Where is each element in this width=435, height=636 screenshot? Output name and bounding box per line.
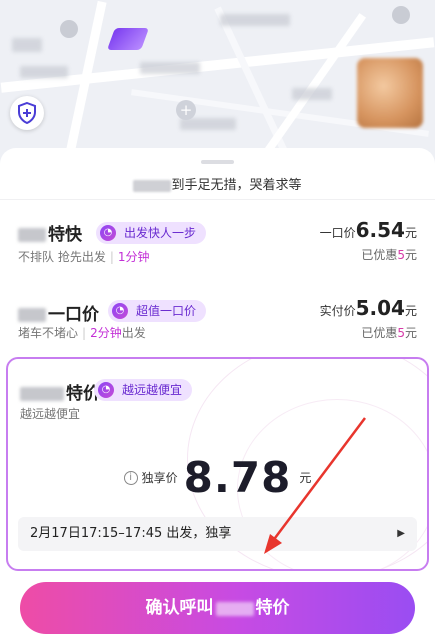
option-tag-text: 出发快人一步 [124,226,197,240]
price-label: 实付价 [319,304,356,318]
discount-label: 已优惠 [361,326,398,340]
option-price: 实付价5.04元 [320,296,417,320]
price-unit: 元 [299,471,312,485]
sheet-tip-text: 到手足无措，哭着求等 [171,178,302,193]
map-label [292,88,332,100]
option-sub-text: 堵车不堵心 [18,326,79,340]
discount-unit: 元 [404,326,417,340]
departure-time-selector[interactable]: 2月17日17:15–17:45 出发，独享 ▶ [18,517,417,551]
sheet-drag-handle[interactable] [201,160,234,164]
option-eta: 2分钟 [90,326,122,340]
tag-logo-icon: ◔ [100,225,116,241]
driver-avatar[interactable] [357,58,423,128]
ride-option-fixed-price[interactable]: 一口价 ◔ 超值一口价 堵车不堵心 | 2分钟出发 实付价5.04元 已优惠5元 [0,280,435,356]
map-label [20,66,68,78]
confirm-label-suffix: 特价 [255,598,290,617]
price-value: 5.04 [355,296,405,320]
option-subtitle: 堵车不堵心 | 2分钟出发 [18,326,146,340]
option-title: 特快 [18,220,82,245]
redacted-text [18,308,46,322]
ride-option-express[interactable]: 特快 ◔ 出发快人一步 不排队 抢先出发 | 1分钟 一口价6.54元 已优惠5元 [0,200,435,280]
option-discount: 已优惠5元 [361,246,417,263]
option-subtitle: 越远越便宜 [20,407,81,421]
map-road [214,6,293,164]
map-label [220,14,290,26]
play-arrow-icon: ▶ [397,528,405,539]
discount-value: 5 [397,248,405,262]
price-unit: 元 [404,304,417,318]
ride-options-sheet: 到手足无措，哭着求等 特快 ◔ 出发快人一步 不排队 抢先出发 | 1分钟 一口价6.… [0,148,435,636]
safety-button[interactable] [10,96,44,130]
redacted-text [20,387,64,401]
sheet-tip: 到手足无措，哭着求等 [0,174,435,193]
option-title: 特价 [20,379,100,404]
option-tag: ◔ 出发快人一步 [96,222,207,244]
price-label: 独享价 [141,471,178,485]
option-tag-text: 越远越便宜 [122,383,183,397]
map-label [12,38,42,52]
map-view[interactable]: + [0,0,435,170]
discount-value: 5 [397,326,405,340]
redacted-text [18,228,46,242]
discount-unit: 元 [404,248,417,262]
option-price: 一口价6.54元 [320,218,417,242]
exclusive-price: i 独享价 8.78 元 [8,453,427,502]
option-sub-suffix: 出发 [121,326,146,340]
option-tag-text: 超值一口价 [136,304,197,318]
map-label [180,118,236,130]
price-value: 6.54 [355,218,405,242]
option-subtitle: 不排队 抢先出发 | 1分钟 [18,250,150,264]
option-title-text: 一口价 [48,305,99,325]
tag-logo-icon: ◔ [98,382,114,398]
map-pin-icon [60,20,78,38]
option-tag: ◔ 越远越便宜 [94,379,193,401]
ride-option-special-selected[interactable]: 特价 ◔ 越远越便宜 越远越便宜 i 独享价 8.78 元 2月17日17:15–17:… [6,357,429,571]
map-road [261,13,367,157]
option-eta: 1分钟 [117,250,150,264]
option-title-text: 特快 [48,225,82,245]
shield-plus-icon [18,102,36,124]
map-poi-icon: + [176,100,196,120]
map-route-marker [106,28,150,50]
discount-label: 已优惠 [361,248,398,262]
departure-time-text: 2月17日17:15–17:45 出发，独享 [30,526,232,541]
price-label: 一口价 [319,226,356,240]
option-title: 一口价 [18,300,99,325]
price-value: 8.78 [183,453,292,502]
option-discount: 已优惠5元 [361,324,417,341]
option-sub-text: 不排队 抢先出发 [18,250,106,264]
redacted-text [215,601,254,616]
map-pin-icon [392,6,410,24]
price-unit: 元 [404,226,417,240]
confirm-call-button[interactable]: 确认呼叫 特价 [20,582,415,634]
redacted-text [133,179,172,192]
option-tag: ◔ 超值一口价 [108,300,207,322]
confirm-label-prefix: 确认呼叫 [145,598,214,617]
info-icon[interactable]: i [123,470,138,485]
map-label [140,62,200,74]
tag-logo-icon: ◔ [112,303,128,319]
